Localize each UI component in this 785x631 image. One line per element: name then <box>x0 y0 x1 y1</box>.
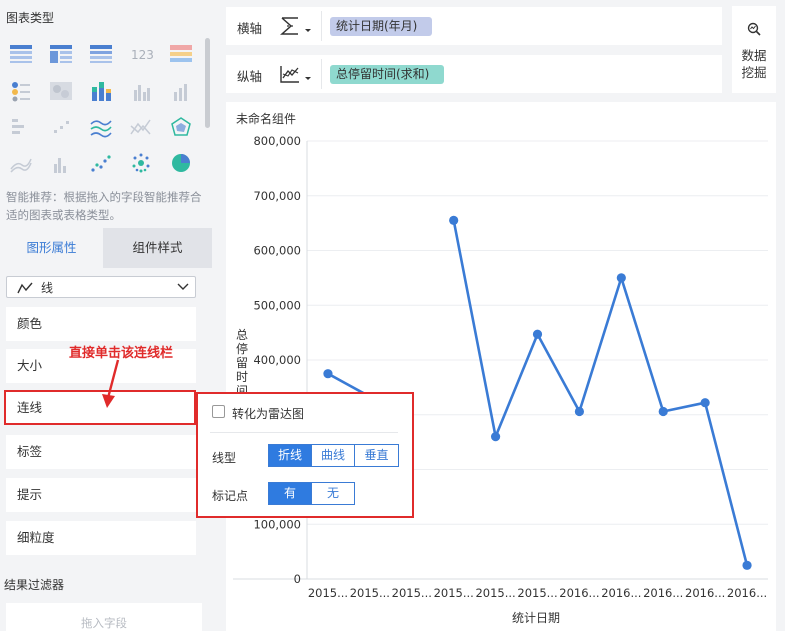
cross-table-icon[interactable] <box>88 42 114 64</box>
bubble-icon[interactable] <box>128 152 154 174</box>
x-axis-label: 横轴 <box>237 21 263 36</box>
line-chart: 0100,000200,000300,000400,000500,000600,… <box>233 134 768 625</box>
data-point <box>323 369 333 379</box>
area-chart-icon[interactable] <box>8 152 34 174</box>
data-point <box>532 329 543 339</box>
popover-divider <box>210 432 398 433</box>
drag-field-dropzone[interactable]: 拖入字段 <box>6 603 202 631</box>
grouped-bar-icon[interactable] <box>128 80 154 102</box>
svg-text:123: 123 <box>131 48 154 62</box>
color-table-icon[interactable] <box>168 42 194 64</box>
horizontal-bar-icon[interactable] <box>8 116 34 138</box>
x-tick-label: 2015... <box>434 586 474 600</box>
chart-types-scrollbar[interactable] <box>205 38 210 128</box>
x-tick-label: 2015... <box>392 586 432 600</box>
prop-tooltip[interactable]: 提示 <box>6 478 196 512</box>
line-settings-popover: 转化为雷达图 线型 折线 曲线 垂直 标记点 有 无 <box>196 392 414 518</box>
radar-checkbox-label: 转化为雷达图 <box>232 407 305 421</box>
bar-chart-icon[interactable] <box>168 80 194 102</box>
x-tick-label: 2015... <box>350 586 390 600</box>
tab-component-style[interactable]: 组件样式 <box>103 228 212 268</box>
x-tick-label: 2015... <box>308 586 348 600</box>
line-type-select[interactable]: 线 <box>6 276 196 298</box>
y-axis-title-char: 时 <box>236 370 248 384</box>
x-tick-label: 2016... <box>685 586 725 600</box>
x-axis-field-pill[interactable]: 统计日期(年月) <box>330 17 432 36</box>
scatter-bar-icon[interactable] <box>48 116 74 138</box>
y-axis-title-char: 留 <box>236 356 248 370</box>
chart-widget: 未命名组件 0100,000200,000300,000400,000500,0… <box>226 102 776 631</box>
group-table-icon[interactable] <box>48 42 74 64</box>
kpi-number-icon[interactable]: 123 <box>128 42 154 64</box>
point-map-icon[interactable] <box>8 80 34 102</box>
y-axis-type-icon[interactable] <box>279 64 315 84</box>
radar-checkbox[interactable] <box>212 405 225 418</box>
stacked-bar-icon[interactable] <box>88 80 114 102</box>
x-axis-row: 横轴 统计日期(年月) <box>226 7 722 45</box>
result-filter-title: 结果过滤器 <box>4 578 65 592</box>
x-tick-label: 2016... <box>601 586 641 600</box>
data-mining-button[interactable]: 数据 挖掘 <box>732 6 776 93</box>
data-point <box>658 406 668 417</box>
data-point <box>700 398 710 408</box>
data-mining-icon <box>747 22 761 36</box>
x-tick-label: 2015... <box>475 586 515 600</box>
multi-line-icon[interactable] <box>88 116 114 138</box>
prop-granularity[interactable]: 细粒度 <box>6 521 196 555</box>
radar-line-icon[interactable] <box>128 116 154 138</box>
detail-table-icon[interactable] <box>8 42 34 64</box>
pie-chart-icon[interactable] <box>168 152 194 174</box>
y-axis-title-char: 停 <box>236 341 248 356</box>
y-tick-label: 500,000 <box>253 298 301 312</box>
x-axis-divider <box>321 11 322 41</box>
marker-label: 标记点 <box>212 489 249 503</box>
marker-on-button[interactable]: 有 <box>268 482 312 505</box>
left-panel: 图表类型 123 智能推荐：根据拖入的字段智能推荐合适的图表或表格类型。 图形属… <box>0 0 212 631</box>
data-point <box>742 560 752 570</box>
line-type-polyline-button[interactable]: 折线 <box>268 444 312 467</box>
data-mining-label-2: 挖掘 <box>741 65 767 80</box>
y-tick-label: 700,000 <box>253 189 301 203</box>
x-axis-title: 统计日期 <box>512 611 560 625</box>
data-point <box>574 406 585 417</box>
y-tick-label: 400,000 <box>253 353 301 367</box>
y-axis-row: 纵轴 总停留时间(求和) <box>226 55 722 93</box>
y-tick-label: 800,000 <box>253 134 301 148</box>
y-tick-label: 0 <box>294 572 301 586</box>
y-axis-title: 总停留时间 <box>236 328 248 398</box>
x-tick-label: 2015... <box>517 586 557 600</box>
property-tabs: 图形属性 组件样式 <box>0 228 212 268</box>
x-tick-label: 2016... <box>559 586 599 600</box>
x-tick-label: 2016... <box>643 586 683 600</box>
prop-label[interactable]: 标签 <box>6 435 196 469</box>
y-tick-label: 600,000 <box>253 244 301 258</box>
smart-recommend-text: 智能推荐：根据拖入的字段智能推荐合适的图表或表格类型。 <box>6 190 202 222</box>
y-axis-divider <box>321 59 322 89</box>
small-bar-icon[interactable] <box>48 152 74 174</box>
line-type-curve-button[interactable]: 曲线 <box>311 444 355 467</box>
chart-types-title: 图表类型 <box>6 11 55 25</box>
data-point <box>616 273 626 283</box>
annotation-arrow <box>102 359 120 408</box>
line-select-value: 线 <box>41 281 54 295</box>
line-type-label: 线型 <box>212 451 237 465</box>
y-axis-title-char: 总 <box>236 328 248 342</box>
y-tick-label: 100,000 <box>253 517 301 531</box>
heat-map-icon[interactable] <box>48 80 74 102</box>
prop-color[interactable]: 颜色 <box>6 307 196 341</box>
chevron-down-icon <box>177 283 189 290</box>
marker-off-button[interactable]: 无 <box>311 482 355 505</box>
x-axis-type-icon[interactable] <box>279 16 315 36</box>
x-tick-label: 2016... <box>727 586 767 600</box>
scatter-icon[interactable] <box>88 152 114 174</box>
y-axis-field-pill[interactable]: 总停留时间(求和) <box>330 65 444 84</box>
radar-chart-icon[interactable] <box>168 116 194 138</box>
y-axis-label: 纵轴 <box>237 69 263 84</box>
line-type-vertical-button[interactable]: 垂直 <box>354 444 399 467</box>
tab-shape-props[interactable]: 图形属性 <box>0 228 103 268</box>
line-chart-icon <box>17 282 33 294</box>
data-point <box>449 215 459 225</box>
data-point <box>490 432 501 442</box>
